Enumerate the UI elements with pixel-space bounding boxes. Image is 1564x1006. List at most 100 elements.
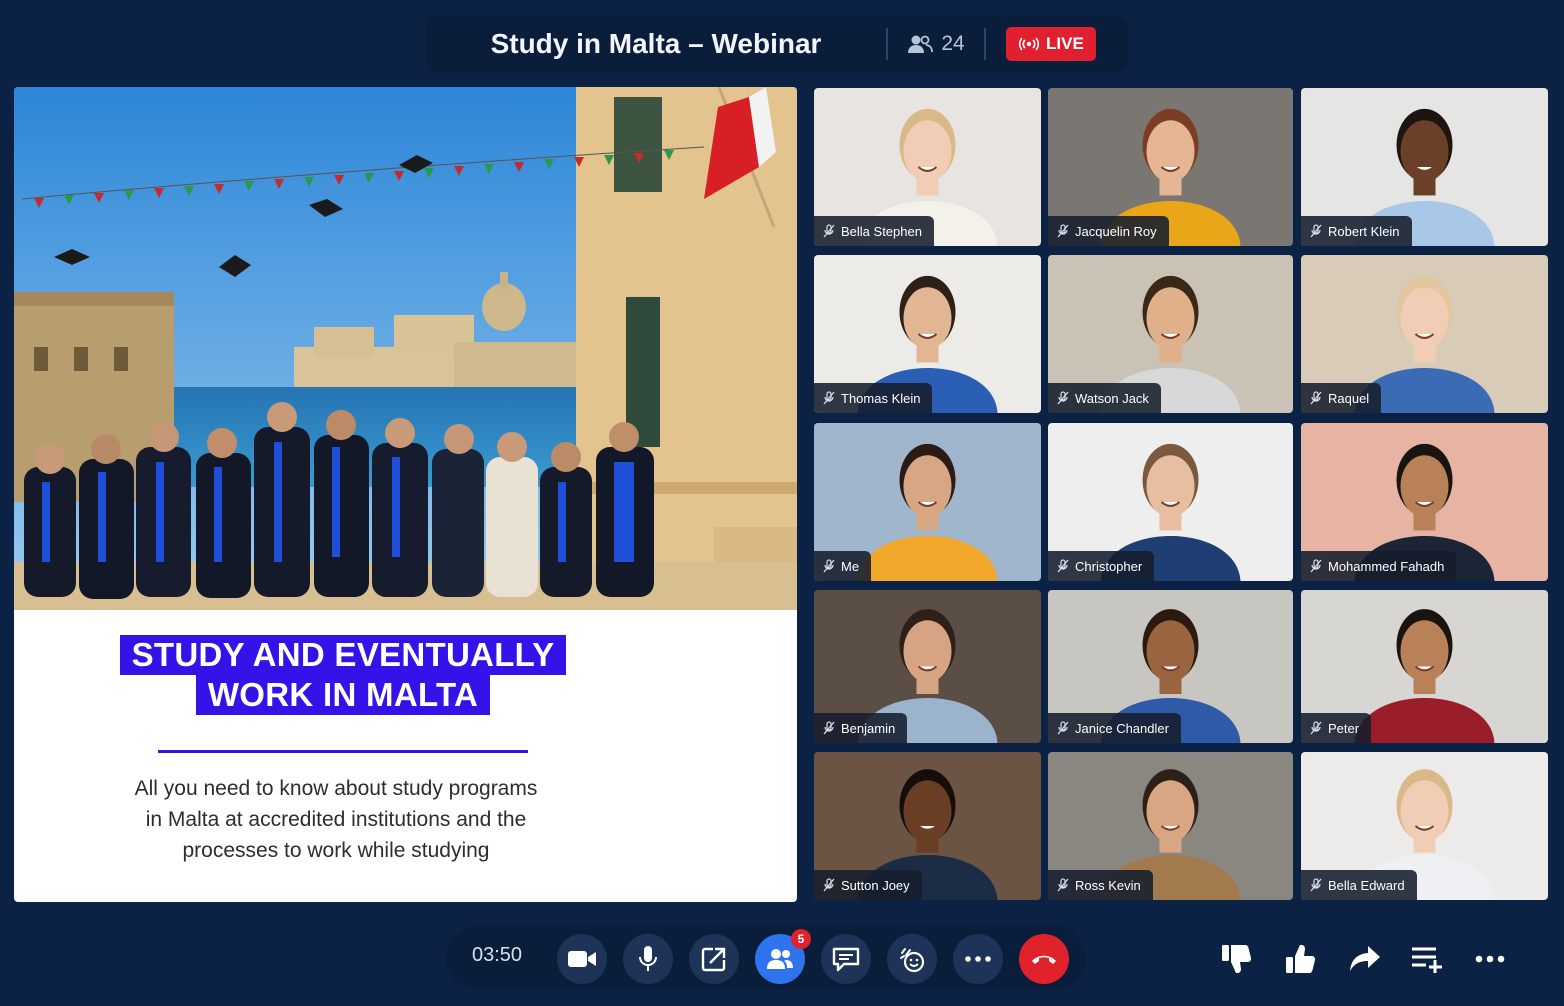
mic-off-icon <box>823 224 835 238</box>
mic-off-icon <box>823 559 835 573</box>
participant-tile[interactable]: Peter <box>1301 590 1548 743</box>
participant-tile[interactable]: Janice Chandler <box>1048 590 1293 743</box>
slide-heading-line-2: WORK IN MALTA <box>195 675 491 715</box>
participant-tile[interactable]: Ross Kevin <box>1048 752 1293 900</box>
participant-name: Ross Kevin <box>1075 877 1141 893</box>
participant-name-tag: Me <box>814 551 872 581</box>
participant-name-tag: Benjamin <box>814 713 908 743</box>
participant-name-tag: Christopher <box>1048 551 1155 581</box>
participants-button[interactable]: 5 <box>755 929 811 984</box>
participant-name: Robert Klein <box>1328 223 1400 239</box>
thumbs-down-icon <box>1222 945 1252 973</box>
participant-tile[interactable]: Christopher <box>1048 423 1293 581</box>
video-camera-icon <box>568 951 596 967</box>
participant-tile[interactable]: Mohammed Fahadh <box>1301 423 1548 581</box>
share-screen-button[interactable] <box>689 934 739 984</box>
participant-name-tag: Raquel <box>1301 383 1382 413</box>
share-button[interactable] <box>1346 940 1384 978</box>
more-options-button[interactable] <box>1471 940 1509 978</box>
participant-name: Raquel <box>1328 390 1370 406</box>
participant-tile[interactable]: Benjamin <box>814 590 1041 743</box>
participant-name: Bella Stephen <box>841 223 922 239</box>
end-call-button[interactable] <box>1019 934 1069 984</box>
chat-icon <box>832 947 860 972</box>
chat-button[interactable] <box>821 934 871 984</box>
participant-name-tag: Watson Jack <box>1048 383 1161 413</box>
people-icon <box>908 35 934 53</box>
participant-name-tag: Ross Kevin <box>1048 870 1153 900</box>
thumbs-up-icon <box>1286 945 1316 973</box>
participant-name: Benjamin <box>841 720 896 736</box>
participant-tile[interactable]: Thomas Klein <box>814 255 1041 413</box>
participant-name: Janice Chandler <box>1075 720 1169 736</box>
divider <box>984 28 986 60</box>
participant-tile[interactable]: Sutton Joey <box>814 752 1041 900</box>
participant-tile[interactable]: Jacquelin Roy <box>1048 88 1293 246</box>
participant-tile[interactable]: Robert Klein <box>1301 88 1548 246</box>
share-arrow-icon <box>1350 946 1380 971</box>
participant-name-tag: Jacquelin Roy <box>1048 216 1169 246</box>
participant-name-tag: Sutton Joey <box>814 870 922 900</box>
participant-tile[interactable]: Raquel <box>1301 255 1548 413</box>
shared-presentation-slide: STUDY AND EVENTUALLY WORK IN MALTA All y… <box>14 87 797 902</box>
mic-off-icon <box>823 721 835 735</box>
mic-off-icon <box>1310 559 1322 573</box>
mic-off-icon <box>1057 224 1069 238</box>
more-icon <box>965 956 991 962</box>
more-options-icon <box>1475 955 1505 963</box>
participant-name-tag: Bella Edward <box>1301 870 1417 900</box>
mic-off-icon <box>1310 878 1322 892</box>
reactions-button[interactable] <box>887 934 937 984</box>
mic-off-icon <box>1310 721 1322 735</box>
participant-tile[interactable]: Bella Edward <box>1301 752 1548 900</box>
participant-name-tag: Mohammed Fahadh <box>1301 551 1457 581</box>
mic-off-icon <box>823 878 835 892</box>
mic-off-icon <box>823 391 835 405</box>
share-screen-icon <box>701 947 726 972</box>
participant-name: Peter <box>1328 720 1360 736</box>
meeting-header: Study in Malta – Webinar 24 LIVE <box>426 16 1128 72</box>
slide-body-line: in Malta at accredited institutions and … <box>145 808 527 831</box>
like-button[interactable] <box>1282 940 1320 978</box>
participant-tile[interactable]: Watson Jack <box>1048 255 1293 413</box>
live-badge: LIVE <box>1006 27 1096 61</box>
slide-body-line: processes to work while studying <box>182 839 490 862</box>
add-to-playlist-button[interactable] <box>1408 940 1446 978</box>
broadcast-icon <box>1018 37 1040 51</box>
microphone-icon <box>639 946 657 971</box>
participant-name: Sutton Joey <box>841 877 910 893</box>
camera-button[interactable] <box>557 934 607 984</box>
mic-off-icon <box>1057 559 1069 573</box>
live-label: LIVE <box>1046 34 1084 53</box>
participant-name: Me <box>841 558 860 574</box>
meeting-title: Study in Malta – Webinar <box>490 28 822 59</box>
participant-name: Mohammed Fahadh <box>1328 558 1445 574</box>
participant-name: Bella Edward <box>1328 877 1405 893</box>
participant-name-tag: Robert Klein <box>1301 216 1412 246</box>
participant-tile[interactable]: Me <box>814 423 1041 581</box>
slide-divider <box>158 750 528 753</box>
slide-body-text: All you need to know about study program… <box>86 773 586 866</box>
participant-name: Watson Jack <box>1075 390 1149 406</box>
slide-heading: STUDY AND EVENTUALLY WORK IN MALTA <box>14 635 672 715</box>
microphone-button[interactable] <box>623 934 673 984</box>
dislike-button[interactable] <box>1218 940 1256 978</box>
slide-photo <box>14 87 797 610</box>
participants-badge: 5 <box>791 929 811 949</box>
mic-off-icon <box>1057 878 1069 892</box>
participant-name-tag: Bella Stephen <box>814 216 934 246</box>
participant-name-tag: Janice Chandler <box>1048 713 1181 743</box>
participant-count[interactable]: 24 <box>888 32 984 56</box>
slide-body-line: All you need to know about study program… <box>134 777 538 800</box>
mic-off-icon <box>1310 224 1322 238</box>
participant-name-tag: Peter <box>1301 713 1372 743</box>
mic-off-icon <box>1310 391 1322 405</box>
call-timer: 03:50 <box>472 944 523 966</box>
participants-icon <box>767 949 793 969</box>
reactions-icon <box>900 948 925 973</box>
participant-name: Jacquelin Roy <box>1075 223 1157 239</box>
end-call-icon <box>1032 955 1056 964</box>
participant-tile[interactable]: Bella Stephen <box>814 88 1041 246</box>
more-button[interactable] <box>953 934 1003 984</box>
participant-name: Thomas Klein <box>841 390 921 406</box>
